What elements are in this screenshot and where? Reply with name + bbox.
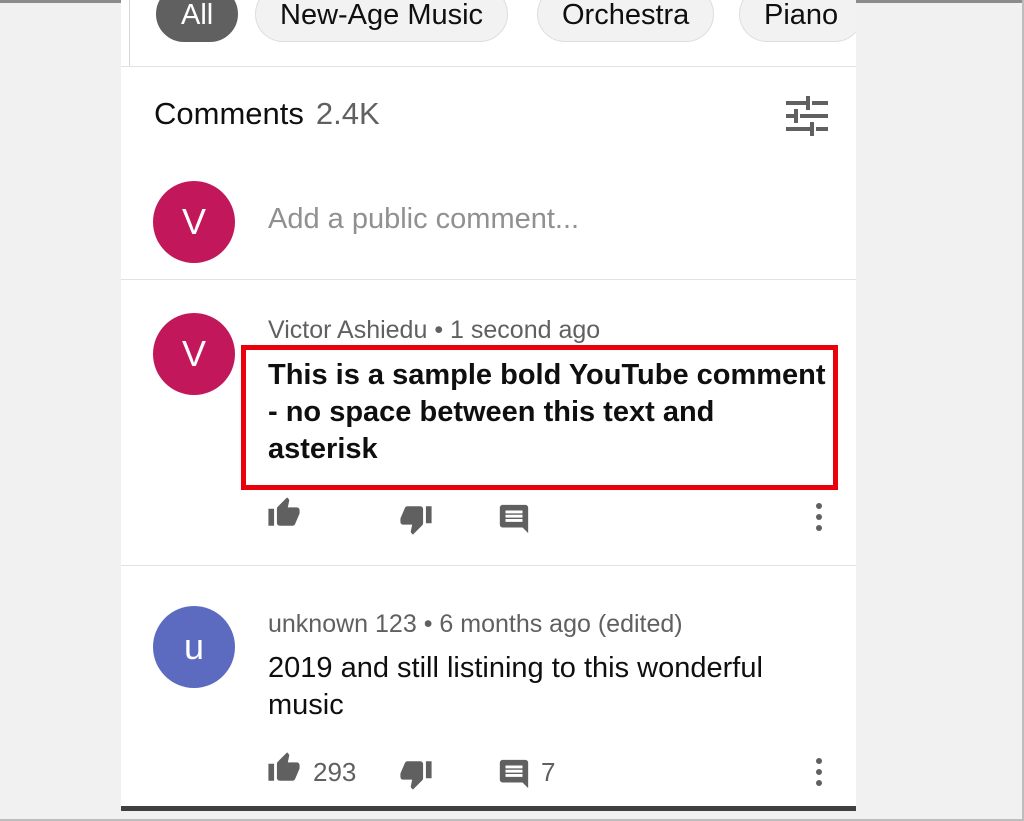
- reply-icon[interactable]: [497, 502, 531, 536]
- divider: [121, 279, 856, 280]
- comment-avatar[interactable]: u: [153, 606, 235, 688]
- panel-bottom-bar: [121, 806, 856, 811]
- dislike-icon[interactable]: [399, 757, 433, 791]
- dislike-icon[interactable]: [399, 502, 433, 536]
- comments-panel: All New-Age Music Orchestra Piano Commen…: [121, 0, 856, 808]
- comment-meta: unknown 123 • 6 months ago (edited): [268, 610, 683, 639]
- comment-text: 2019 and still listining to this wonderf…: [268, 652, 763, 721]
- sort-icon[interactable]: [786, 96, 828, 136]
- current-user-avatar: V: [153, 181, 235, 263]
- meta-separator: •: [423, 610, 433, 638]
- chip-orchestra[interactable]: Orchestra: [537, 0, 715, 42]
- like-count: 293: [313, 757, 357, 787]
- like-icon[interactable]: [267, 496, 301, 530]
- comments-count: 2.4K: [315, 96, 380, 131]
- more-icon[interactable]: [814, 502, 824, 532]
- reply-count: 7: [541, 757, 556, 787]
- chip-all[interactable]: All: [156, 0, 239, 42]
- comment-meta: Victor Ashiedu • 1 second ago: [268, 316, 600, 345]
- comment-author[interactable]: Victor Ashiedu: [268, 316, 427, 344]
- like-icon[interactable]: [267, 751, 301, 785]
- meta-separator: •: [434, 316, 444, 344]
- comment-time: 1 second ago: [450, 316, 601, 344]
- divider: [121, 565, 856, 566]
- chip-piano[interactable]: Piano: [739, 0, 856, 42]
- comments-title: Comments: [154, 96, 304, 131]
- reply-icon[interactable]: [497, 757, 531, 791]
- filter-chips-bar: All New-Age Music Orchestra Piano: [121, 0, 856, 67]
- chips-bar-left-border: [129, 0, 131, 66]
- comments-header: Comments 2.4K: [154, 96, 380, 132]
- add-comment-input[interactable]: Add a public comment...: [268, 203, 579, 236]
- more-icon[interactable]: [814, 757, 824, 787]
- chip-new-age-music[interactable]: New-Age Music: [255, 0, 509, 42]
- comment-avatar[interactable]: V: [153, 313, 235, 395]
- comment-author[interactable]: unknown 123: [268, 610, 417, 638]
- highlight-box: [241, 345, 838, 490]
- comment-time: 6 months ago (edited): [439, 610, 683, 638]
